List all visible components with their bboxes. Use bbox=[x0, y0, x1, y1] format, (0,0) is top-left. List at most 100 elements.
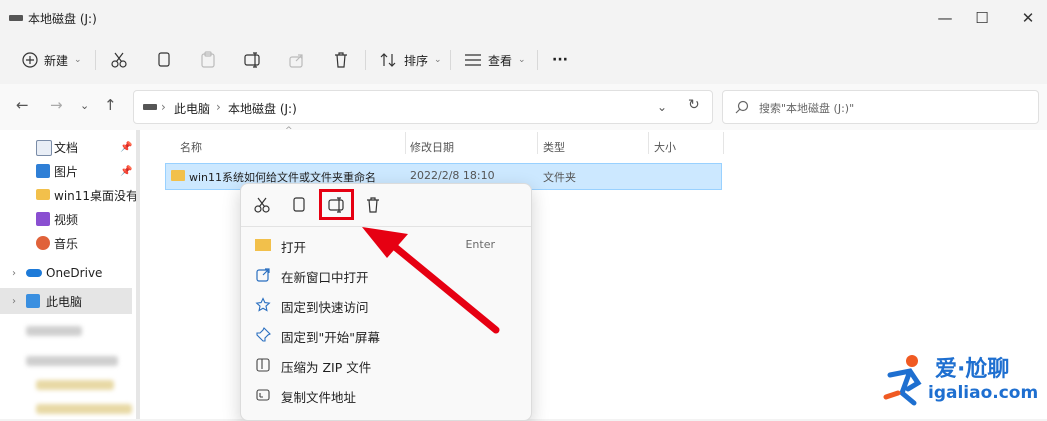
sidebar-item-documents[interactable]: 文档 📌 bbox=[0, 134, 136, 160]
sidebar-item-videos[interactable]: 视频 bbox=[0, 206, 136, 232]
refresh-icon[interactable]: ↻ bbox=[688, 97, 700, 113]
column-divider bbox=[405, 132, 406, 154]
copy-button[interactable] bbox=[288, 194, 310, 216]
sidebar-item-this-pc[interactable]: › 此电脑 bbox=[0, 288, 132, 314]
context-menu: 打开 Enter 在新窗口中打开 固定到快速访问 固定到"开始"屏幕 压缩为 Z… bbox=[240, 183, 532, 421]
sidebar-item-label: win11桌面没有 bbox=[54, 188, 136, 203]
paste-button[interactable] bbox=[200, 48, 216, 72]
chevron-right-icon: › bbox=[216, 100, 221, 114]
up-arrow-icon[interactable]: ↑ bbox=[104, 96, 117, 114]
chevron-down-icon[interactable]: ⌄ bbox=[657, 100, 667, 114]
minimize-button[interactable]: — bbox=[935, 8, 955, 28]
view-icon bbox=[465, 54, 481, 66]
cloud-icon bbox=[26, 269, 42, 277]
column-divider bbox=[537, 132, 538, 154]
recent-chevron-icon[interactable]: ⌄ bbox=[80, 99, 89, 112]
sidebar-item-onedrive[interactable]: › OneDrive bbox=[0, 260, 136, 286]
copy-icon bbox=[158, 52, 170, 67]
column-header-type[interactable]: 类型 bbox=[543, 139, 565, 155]
menu-item-label: 在新窗口中打开 bbox=[281, 270, 369, 285]
view-button[interactable]: 查看 ⌄ bbox=[464, 48, 526, 72]
breadcrumb-local-disk[interactable]: 本地磁盘 (J:) bbox=[228, 100, 297, 117]
forward-arrow-icon[interactable]: → bbox=[50, 96, 63, 114]
menu-item-pin-start[interactable]: 固定到"开始"屏幕 bbox=[241, 320, 531, 350]
watermark-domain: igaliao.com bbox=[928, 383, 1039, 403]
column-header-modified[interactable]: 修改日期 bbox=[410, 139, 454, 155]
copy-path-icon bbox=[256, 389, 270, 401]
menu-item-label: 固定到"开始"屏幕 bbox=[281, 330, 380, 345]
separator bbox=[95, 50, 96, 70]
share-button[interactable] bbox=[288, 48, 306, 72]
menu-item-open-new-window[interactable]: 在新窗口中打开 bbox=[241, 260, 531, 290]
menu-item-open[interactable]: 打开 Enter bbox=[241, 230, 531, 260]
sidebar-item-music[interactable]: 音乐 bbox=[0, 230, 136, 256]
file-type: 文件夹 bbox=[543, 171, 576, 184]
copy-button[interactable] bbox=[156, 48, 172, 72]
trash-icon bbox=[367, 197, 379, 213]
sidebar-item-label: 音乐 bbox=[54, 236, 79, 251]
file-modified: 2022/2/8 18:10 bbox=[410, 169, 495, 182]
search-icon bbox=[735, 100, 749, 114]
sidebar-scrollbar[interactable] bbox=[136, 130, 140, 419]
menu-item-shortcut: Enter bbox=[465, 238, 495, 251]
video-icon bbox=[36, 212, 50, 226]
pin-icon: 📌 bbox=[120, 141, 133, 153]
cut-button[interactable] bbox=[110, 48, 128, 72]
menu-item-label: 复制文件地址 bbox=[281, 390, 357, 405]
separator bbox=[537, 50, 538, 70]
delete-button[interactable] bbox=[362, 194, 384, 216]
sort-icon bbox=[380, 53, 396, 67]
sidebar-item-label: 文档 bbox=[54, 140, 79, 155]
menu-item-copy-path[interactable]: 复制文件地址 bbox=[241, 380, 531, 410]
sort-label: 排序 bbox=[404, 53, 429, 68]
pin-icon bbox=[256, 327, 271, 342]
navigation-pane: 文档 📌 图片 📌 win11桌面没有 视频 音乐 › OneDrive › 此… bbox=[0, 130, 140, 419]
picture-icon bbox=[36, 164, 50, 178]
separator bbox=[450, 50, 451, 70]
blurred-item bbox=[26, 326, 82, 336]
rename-button[interactable] bbox=[244, 48, 262, 72]
folder-icon bbox=[171, 170, 185, 181]
address-row: ← → ⌄ ↑ › 此电脑 › 本地磁盘 (J:) ⌄ ↻ 搜索"本地磁盘 (J… bbox=[0, 84, 1047, 130]
menu-item-pin-quick-access[interactable]: 固定到快速访问 bbox=[241, 290, 531, 320]
computer-icon bbox=[26, 294, 40, 308]
back-arrow-icon[interactable]: ← bbox=[16, 96, 29, 114]
watermark-brand: 爱·尬聊 bbox=[935, 357, 1010, 382]
address-bar[interactable]: › 此电脑 › 本地磁盘 (J:) ⌄ ↻ bbox=[133, 90, 713, 124]
close-button[interactable]: ✕ bbox=[1018, 8, 1038, 28]
sidebar-item-pictures[interactable]: 图片 📌 bbox=[0, 158, 136, 184]
blurred-item bbox=[36, 380, 114, 390]
title-bar: 本地磁盘 (J:) — ☐ ✕ bbox=[0, 0, 1047, 36]
drive-icon bbox=[143, 104, 157, 110]
breadcrumb-this-pc[interactable]: 此电脑 bbox=[174, 100, 210, 117]
blurred-item bbox=[36, 404, 132, 414]
sort-indicator-icon: ^ bbox=[285, 126, 293, 136]
column-divider bbox=[648, 132, 649, 154]
column-header-size[interactable]: 大小 bbox=[654, 139, 676, 155]
maximize-button[interactable]: ☐ bbox=[972, 8, 992, 28]
new-button[interactable]: 新建 ⌄ bbox=[22, 48, 82, 72]
blurred-item bbox=[26, 356, 118, 366]
plus-circle-icon bbox=[22, 52, 38, 68]
search-input[interactable]: 搜索"本地磁盘 (J:)" bbox=[722, 90, 1039, 124]
column-header-name[interactable]: 名称 bbox=[180, 139, 202, 155]
drive-icon bbox=[9, 15, 23, 21]
search-placeholder: 搜索"本地磁盘 (J:)" bbox=[759, 102, 855, 115]
sidebar-item-folder[interactable]: win11桌面没有 bbox=[0, 182, 136, 208]
sidebar-item-label: 视频 bbox=[54, 212, 79, 227]
scissors-icon bbox=[254, 197, 270, 213]
highlight-box bbox=[319, 189, 354, 220]
star-icon bbox=[255, 297, 271, 312]
more-button[interactable]: ··· bbox=[552, 48, 568, 72]
watermark: 爱·尬聊 igaliao.com bbox=[880, 345, 1045, 415]
chevron-right-icon: › bbox=[12, 267, 16, 279]
pin-icon: 📌 bbox=[120, 165, 133, 177]
menu-item-compress-zip[interactable]: 压缩为 ZIP 文件 bbox=[241, 350, 531, 380]
scissors-icon bbox=[111, 52, 127, 68]
delete-button[interactable] bbox=[333, 48, 349, 72]
sort-button[interactable]: 排序 ⌄ bbox=[380, 48, 442, 72]
folder-icon bbox=[36, 189, 50, 200]
chevron-down-icon: ⌄ bbox=[74, 55, 82, 65]
cut-button[interactable] bbox=[251, 194, 273, 216]
sidebar-item-label: OneDrive bbox=[46, 266, 103, 280]
